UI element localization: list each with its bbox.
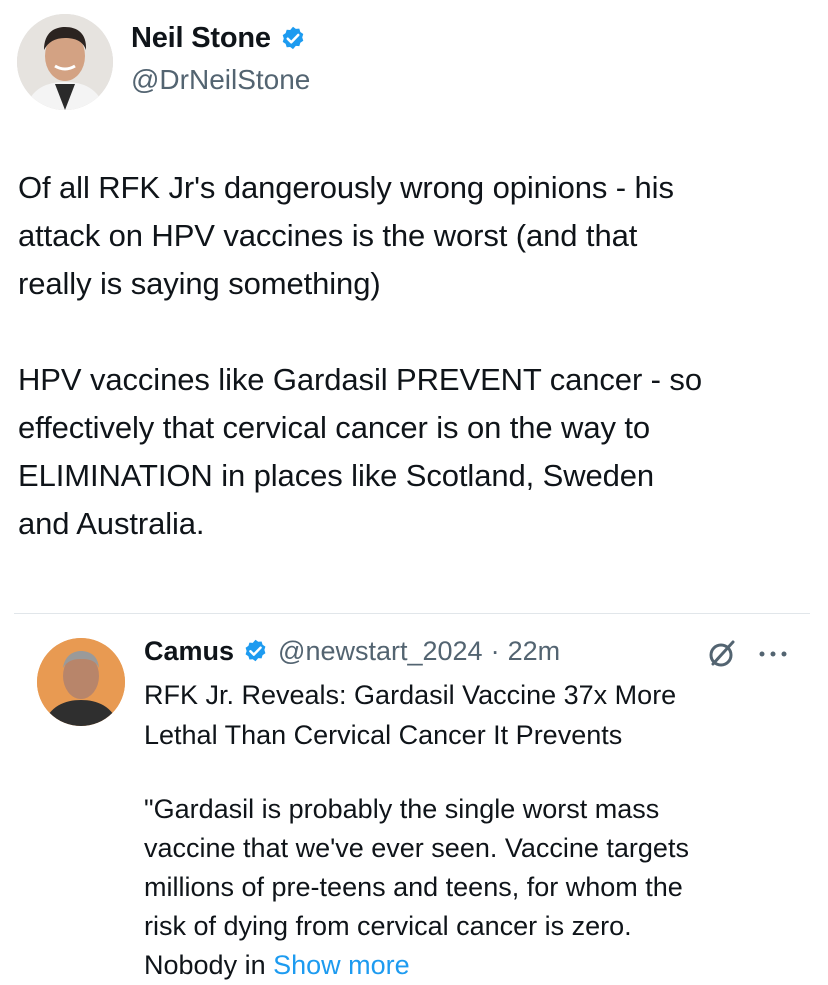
author-name-row: Neil Stone [131, 22, 307, 55]
avatar-image [37, 638, 125, 726]
author-avatar[interactable] [17, 14, 113, 110]
verified-badge-icon [279, 25, 307, 53]
quoted-tweet-text: "Gardasil is probably the single worst m… [144, 790, 804, 985]
author-name[interactable]: Neil Stone [131, 22, 271, 55]
author-handle[interactable]: @DrNeilStone [131, 64, 310, 96]
grok-icon[interactable] [705, 637, 739, 671]
quoted-author-name[interactable]: Camus [144, 636, 234, 667]
divider [14, 613, 810, 614]
quoted-tweet-body: "Gardasil is probably the single worst m… [144, 794, 689, 980]
verified-badge-icon [242, 638, 270, 666]
quoted-author-handle[interactable]: @newstart_2024 [278, 636, 483, 667]
separator-dot: · [490, 636, 500, 666]
quoted-timestamp[interactable]: 22m [508, 636, 561, 667]
tweet-text: Of all RFK Jr's dangerously wrong opinio… [18, 170, 702, 541]
quoted-tweet-title: RFK Jr. Reveals: Gardasil Vaccine 37x Mo… [144, 680, 677, 750]
more-options-icon[interactable] [757, 647, 789, 659]
avatar-image [17, 14, 113, 110]
quoted-tweet-header: Camus @newstart_2024 · 22m [144, 636, 560, 667]
show-more-link[interactable]: Show more [273, 950, 410, 980]
quoted-author-avatar[interactable] [37, 638, 125, 726]
